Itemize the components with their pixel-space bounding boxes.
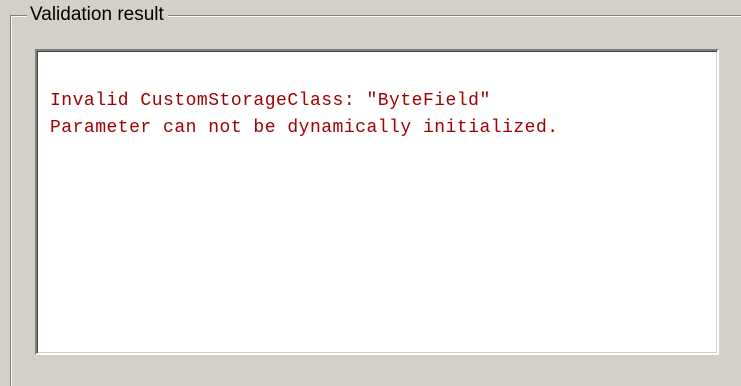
validation-messages: Invalid CustomStorageClass: "ByteField" … — [50, 88, 559, 142]
validation-output-box[interactable]: Invalid CustomStorageClass: "ByteField" … — [35, 49, 719, 355]
validation-message-line: Parameter can not be dynamically initial… — [50, 118, 559, 138]
validation-result-title: Validation result — [27, 4, 168, 26]
validation-message-line: Invalid CustomStorageClass: "ByteField" — [50, 91, 491, 111]
